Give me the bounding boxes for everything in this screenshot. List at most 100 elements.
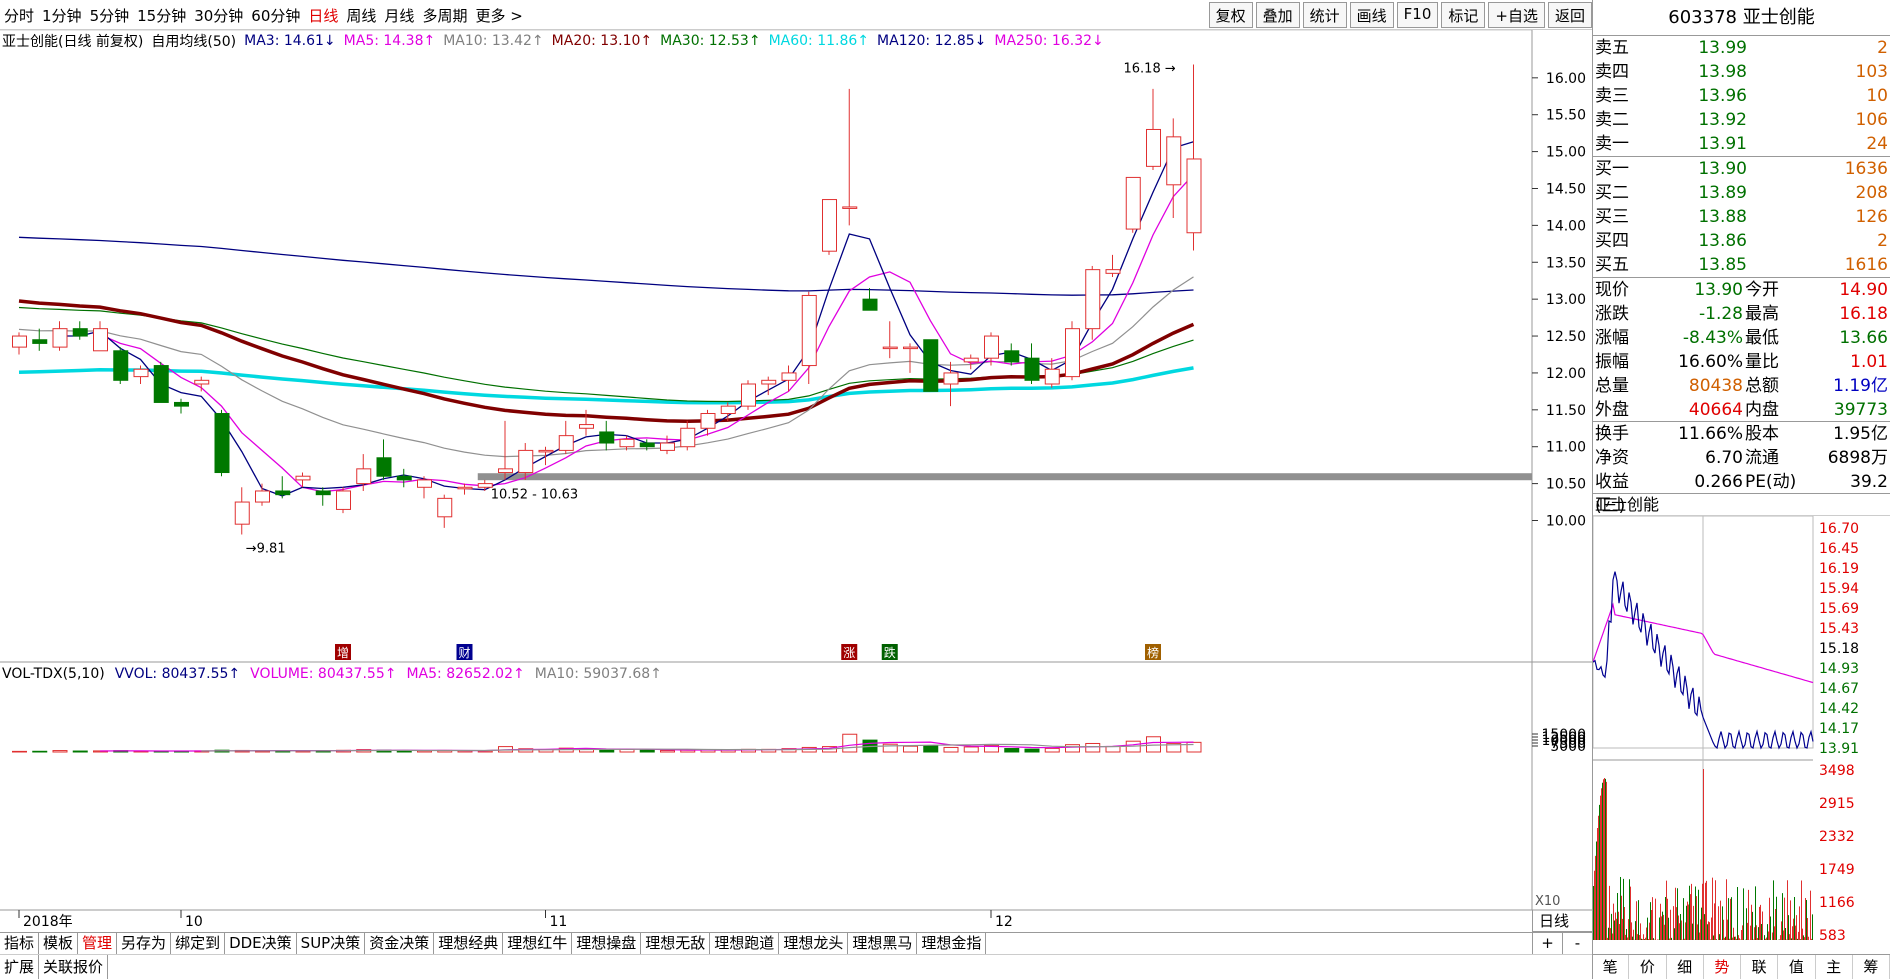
indicator-tab-15[interactable]: 理想金指 — [917, 933, 987, 954]
candle[interactable] — [12, 332, 27, 355]
candle[interactable] — [599, 420, 615, 451]
indicator-tab-9[interactable]: 理想红牛 — [503, 933, 573, 954]
candle[interactable] — [376, 439, 392, 480]
tool-button-4[interactable]: F10 — [1396, 2, 1439, 28]
period-tab-10[interactable]: 更多 > — [471, 5, 526, 26]
candle[interactable] — [396, 468, 412, 488]
tool-button-0[interactable]: 复权 — [1208, 2, 1253, 28]
candle[interactable] — [295, 472, 311, 488]
indicator-tab-8[interactable]: 理想经典 — [434, 933, 504, 954]
volume-bar[interactable] — [52, 750, 68, 753]
candle[interactable] — [923, 339, 939, 392]
ask-level-4[interactable]: 卖四 13.98 103 — [1593, 60, 1890, 84]
period-tab-5[interactable]: 60分钟 — [247, 5, 304, 26]
volume-bar[interactable] — [943, 746, 959, 753]
indicator-tab-4[interactable]: 绑定到 — [171, 933, 226, 954]
volume-bar[interactable] — [32, 750, 48, 753]
extension-tab-0[interactable]: 扩展 — [0, 955, 40, 979]
candle[interactable] — [336, 487, 351, 514]
quote-tab-7[interactable]: 筹 — [1853, 955, 1890, 979]
candle[interactable] — [113, 347, 129, 384]
candle[interactable] — [1125, 176, 1141, 233]
ask-level-3[interactable]: 卖三 13.96 10 — [1593, 84, 1890, 108]
indicator-tab-13[interactable]: 理想龙头 — [779, 933, 849, 954]
indicator-tab-3[interactable]: 另存为 — [117, 933, 172, 954]
candle[interactable] — [741, 380, 756, 410]
candle[interactable] — [234, 487, 250, 535]
bid-level-4[interactable]: 买四 13.86 2 — [1593, 229, 1890, 253]
candle[interactable] — [862, 288, 878, 311]
candle[interactable] — [32, 328, 48, 351]
zoom-in-button[interactable]: + — [1533, 932, 1563, 954]
period-tab-2[interactable]: 5分钟 — [86, 5, 134, 26]
indicator-tab-5[interactable]: DDE决策 — [225, 933, 297, 954]
quote-tab-4[interactable]: 联 — [1741, 955, 1779, 979]
indicator-tab-7[interactable]: 资金决策 — [365, 933, 435, 954]
indicator-tab-1[interactable]: 模板 — [39, 933, 79, 954]
candle[interactable] — [214, 409, 230, 477]
indicator-tab-10[interactable]: 理想操盘 — [572, 933, 642, 954]
candle[interactable] — [437, 494, 453, 528]
period-tab-4[interactable]: 30分钟 — [190, 5, 247, 26]
candle[interactable] — [153, 361, 169, 403]
ask-level-2[interactable]: 卖二 13.92 106 — [1593, 108, 1890, 132]
candle[interactable] — [417, 476, 432, 499]
period-tab-8[interactable]: 月线 — [380, 5, 418, 26]
candle[interactable] — [1186, 64, 1202, 251]
bid-level-3[interactable]: 买三 13.88 126 — [1593, 205, 1890, 229]
candle[interactable] — [882, 321, 898, 359]
candle[interactable] — [801, 291, 817, 384]
ask-level-1[interactable]: 卖一 13.91 24 — [1593, 132, 1890, 156]
bid-level-2[interactable]: 买二 13.89 208 — [1593, 181, 1890, 205]
candle[interactable] — [1105, 254, 1121, 278]
volume-bar[interactable] — [963, 746, 979, 753]
period-tab-9[interactable]: 多周期 — [418, 5, 471, 26]
volume-bar[interactable] — [12, 750, 27, 753]
volume-bar[interactable] — [903, 745, 918, 753]
volume-bar[interactable] — [72, 750, 88, 753]
volume-bar[interactable] — [1065, 744, 1080, 753]
volume-indicator-name[interactable]: VOL-TDX(5,10) — [2, 666, 105, 682]
candle[interactable] — [1085, 265, 1101, 340]
bid-level-5[interactable]: 买五 13.85 1616 — [1593, 253, 1890, 277]
candle[interactable] — [194, 376, 210, 392]
candle[interactable] — [903, 343, 918, 373]
candle[interactable] — [174, 398, 189, 414]
candle[interactable] — [315, 487, 331, 506]
volume-bar[interactable] — [639, 749, 655, 753]
candle[interactable] — [93, 321, 108, 352]
tool-button-5[interactable]: 标记 — [1441, 2, 1486, 28]
period-tab-7[interactable]: 周线 — [342, 5, 380, 26]
volume-bar[interactable] — [842, 733, 858, 753]
candle[interactable] — [275, 476, 291, 499]
indicator-tab-2[interactable]: 管理 — [78, 933, 118, 954]
volume-bar[interactable] — [1024, 748, 1040, 753]
ask-level-5[interactable]: 卖五 13.99 2 — [1593, 36, 1890, 60]
quote-tab-1[interactable]: 价 — [1629, 955, 1667, 979]
indicator-tab-14[interactable]: 理想黑马 — [848, 933, 918, 954]
tool-button-6[interactable]: +自选 — [1488, 2, 1545, 28]
candle[interactable] — [52, 321, 68, 351]
indicator-tab-11[interactable]: 理想无敌 — [641, 933, 711, 954]
zoom-out-button[interactable]: - — [1563, 932, 1592, 954]
extension-tab-1[interactable]: 关联报价 — [39, 955, 109, 979]
quote-tab-3[interactable]: 势 — [1704, 955, 1741, 979]
volume-bar[interactable] — [1085, 742, 1101, 753]
tool-button-2[interactable]: 统计 — [1302, 2, 1347, 28]
tool-button-7[interactable]: 返回 — [1547, 2, 1592, 28]
candle[interactable] — [822, 199, 837, 255]
indicator-tab-6[interactable]: SUP决策 — [297, 933, 366, 954]
indicator-name[interactable]: 自用均线(50) — [151, 31, 236, 51]
period-selector[interactable]: 日线 + - — [1532, 910, 1592, 954]
volume-bar[interactable] — [1186, 741, 1202, 753]
volume-bar[interactable] — [660, 750, 675, 753]
intraday-mini-chart[interactable]: 16.70 16.45 16.19 15.94 15.69 15.43 15.18 14.93… — [1592, 515, 1890, 948]
candle[interactable] — [781, 365, 797, 392]
period-tab-3[interactable]: 15分钟 — [133, 5, 190, 26]
candle[interactable] — [1166, 118, 1182, 218]
candle[interactable] — [1065, 321, 1080, 381]
bid-level-1[interactable]: 买一 13.90 1636 — [1593, 157, 1890, 181]
volume-bar[interactable] — [1105, 745, 1121, 753]
candle[interactable] — [680, 420, 696, 451]
tool-button-3[interactable]: 画线 — [1349, 2, 1394, 28]
